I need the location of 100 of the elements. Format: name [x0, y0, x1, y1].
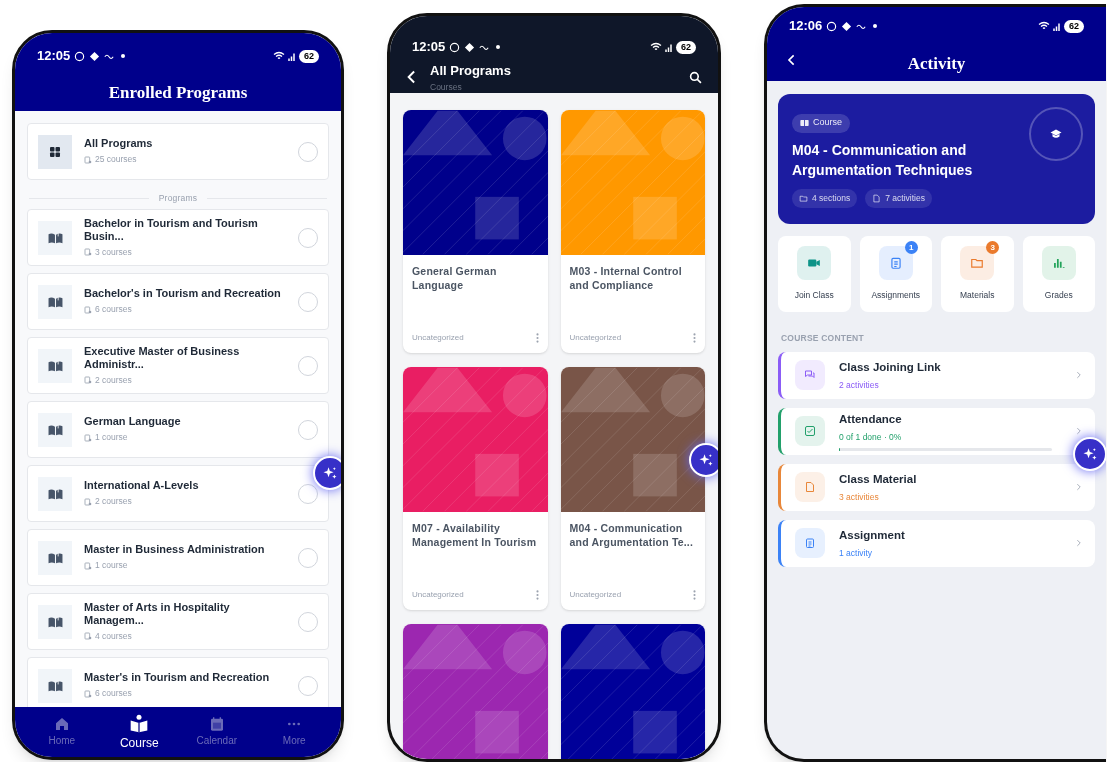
- folder-icon: [970, 256, 985, 271]
- quick-action-button[interactable]: Join Class: [778, 236, 851, 312]
- screen-subtitle: Courses: [430, 80, 463, 94]
- course-title: M07 - Availability Management In Tourism: [412, 521, 538, 550]
- sparkle-icon: [322, 465, 338, 481]
- courses-icon: [84, 497, 92, 506]
- course-count: 3 courses: [95, 245, 132, 259]
- dot-icon: [873, 24, 878, 28]
- nav-tab[interactable]: Course: [109, 712, 170, 752]
- bar-chart-icon: [1051, 256, 1066, 271]
- course-card[interactable]: M03 - Internal Control and Compliance Uncategorized: [560, 110, 705, 354]
- kebab-menu-icon[interactable]: [693, 590, 696, 601]
- program-list-item[interactable]: International A-Levels 2 courses: [27, 465, 329, 522]
- book-icon: [800, 119, 809, 127]
- program-list-item[interactable]: German Language 1 course: [27, 401, 329, 458]
- signal-icon: [288, 51, 296, 61]
- status-time: 12:06: [789, 17, 823, 36]
- wifi-icon: [650, 42, 662, 52]
- kebab-menu-icon[interactable]: [535, 333, 539, 344]
- reader-icon: [129, 712, 150, 733]
- book-icon: [47, 295, 63, 308]
- diamond-icon: [464, 41, 476, 53]
- course-count: 25 courses: [95, 153, 137, 166]
- assistant-button[interactable]: [1073, 437, 1106, 471]
- course-category: Uncategorized: [569, 589, 622, 602]
- battery-level: 62: [676, 40, 696, 54]
- section-list-item[interactable]: Attendance 0 of 1 done · 0%: [778, 407, 1095, 455]
- course-card[interactable]: M07 - Availability Management In Tourism Uncategorized: [403, 367, 548, 611]
- home-icon: [53, 716, 70, 732]
- quick-action-button[interactable]: 1 Assignments: [859, 236, 932, 312]
- status-time: 12:05: [412, 38, 446, 57]
- section-title: Class Material: [839, 472, 918, 488]
- assistant-button[interactable]: [313, 456, 341, 490]
- folder-icon: [799, 194, 808, 203]
- courses-icon: [84, 561, 92, 570]
- quick-action-button[interactable]: Grades: [1022, 236, 1095, 312]
- chevron-right-icon: [1076, 539, 1081, 548]
- course-category: Uncategorized: [412, 589, 464, 602]
- section-title: Attendance: [839, 412, 903, 428]
- section-list-item[interactable]: Class Material 3 activities: [778, 463, 1095, 511]
- section-detail: 1 activity: [839, 546, 874, 560]
- course-count: 4 courses: [95, 629, 132, 643]
- section-list-item[interactable]: Class Joining Link 2 activities: [778, 351, 1095, 399]
- course-card[interactable]: General German Language Uncategorized: [403, 110, 548, 354]
- program-title: All Programs: [84, 137, 154, 151]
- diamond-icon: [89, 50, 101, 62]
- screen-title: Activity: [907, 53, 966, 75]
- book-icon: [47, 615, 63, 628]
- program-list-item[interactable]: Bachelor in Tourism and Tourism Busin... 3 courses: [27, 209, 329, 266]
- chevron-right-icon: [1076, 483, 1081, 492]
- course-count: 1 course: [95, 431, 128, 444]
- program-title: Bachelor in Tourism and Tourism Busin...: [84, 216, 259, 243]
- wifi-icon: [1038, 21, 1050, 31]
- program-list-item[interactable]: Master in Business Administration 1 course: [27, 529, 329, 586]
- screen-title: All Programs: [430, 62, 512, 80]
- courses-icon: [84, 155, 92, 164]
- section-list-item[interactable]: Assignment 1 activity: [778, 519, 1095, 567]
- book-icon: [47, 231, 63, 244]
- course-card[interactable]: M04 - Communication and Argumentation Te... Uncategorized: [560, 367, 705, 611]
- kebab-menu-icon[interactable]: [693, 333, 696, 344]
- courses-icon: [84, 433, 92, 442]
- dot-icon: [496, 45, 501, 49]
- course-count: 2 courses: [95, 373, 132, 387]
- stat-chip: 4 sections: [792, 189, 858, 208]
- wifi-icon: [273, 51, 285, 61]
- course-count: 1 course: [95, 559, 128, 572]
- program-title: Executive Master of Business Administr...: [84, 344, 241, 371]
- courses-icon: [84, 689, 92, 698]
- courses-icon: [84, 376, 92, 384]
- program-title: Master in Business Administration: [84, 543, 266, 557]
- document-icon: [872, 194, 882, 203]
- book-icon: [47, 679, 63, 692]
- back-icon[interactable]: [406, 70, 416, 85]
- quick-action-button[interactable]: 3 Materials: [941, 236, 1014, 312]
- program-list-item[interactable]: Master's in Tourism and Recreation 6 courses: [27, 657, 329, 707]
- courses-icon: [84, 305, 92, 314]
- course-count: 2 courses: [95, 495, 132, 508]
- program-list-item[interactable]: Master of Arts in Hospitality Managem... 4 courses: [27, 593, 329, 650]
- search-icon[interactable]: [689, 70, 702, 84]
- section-title: Assignment: [839, 528, 906, 544]
- program-list-item[interactable]: Executive Master of Business Administr... 2 courses: [27, 337, 329, 394]
- program-title: German Language: [84, 415, 182, 429]
- course-badge: Course: [792, 113, 850, 133]
- course-count: 6 courses: [95, 687, 132, 700]
- program-list-item[interactable]: All Programs 25 courses: [27, 123, 329, 180]
- program-title: Master of Arts in Hospitality Managem...: [84, 600, 231, 627]
- course-title: General German Language: [412, 264, 498, 293]
- program-list-item[interactable]: Bachelor's in Tourism and Recreation 6 courses: [27, 273, 329, 330]
- battery-level: 62: [299, 49, 319, 63]
- program-title: Master's in Tourism and Recreation: [84, 671, 271, 685]
- screen-title: Enrolled Programs: [107, 82, 249, 104]
- course-title: M04 - Communication and Argumentation Te...: [569, 521, 695, 550]
- status-time: 12:05: [37, 47, 71, 66]
- course-category: Uncategorized: [569, 332, 622, 345]
- stat-chip: 7 activities: [865, 189, 932, 208]
- back-icon[interactable]: [787, 54, 795, 66]
- wave-icon: [479, 43, 490, 51]
- signal-icon: [665, 42, 673, 52]
- kebab-menu-icon[interactable]: [535, 590, 539, 601]
- calendar-icon: [208, 716, 225, 732]
